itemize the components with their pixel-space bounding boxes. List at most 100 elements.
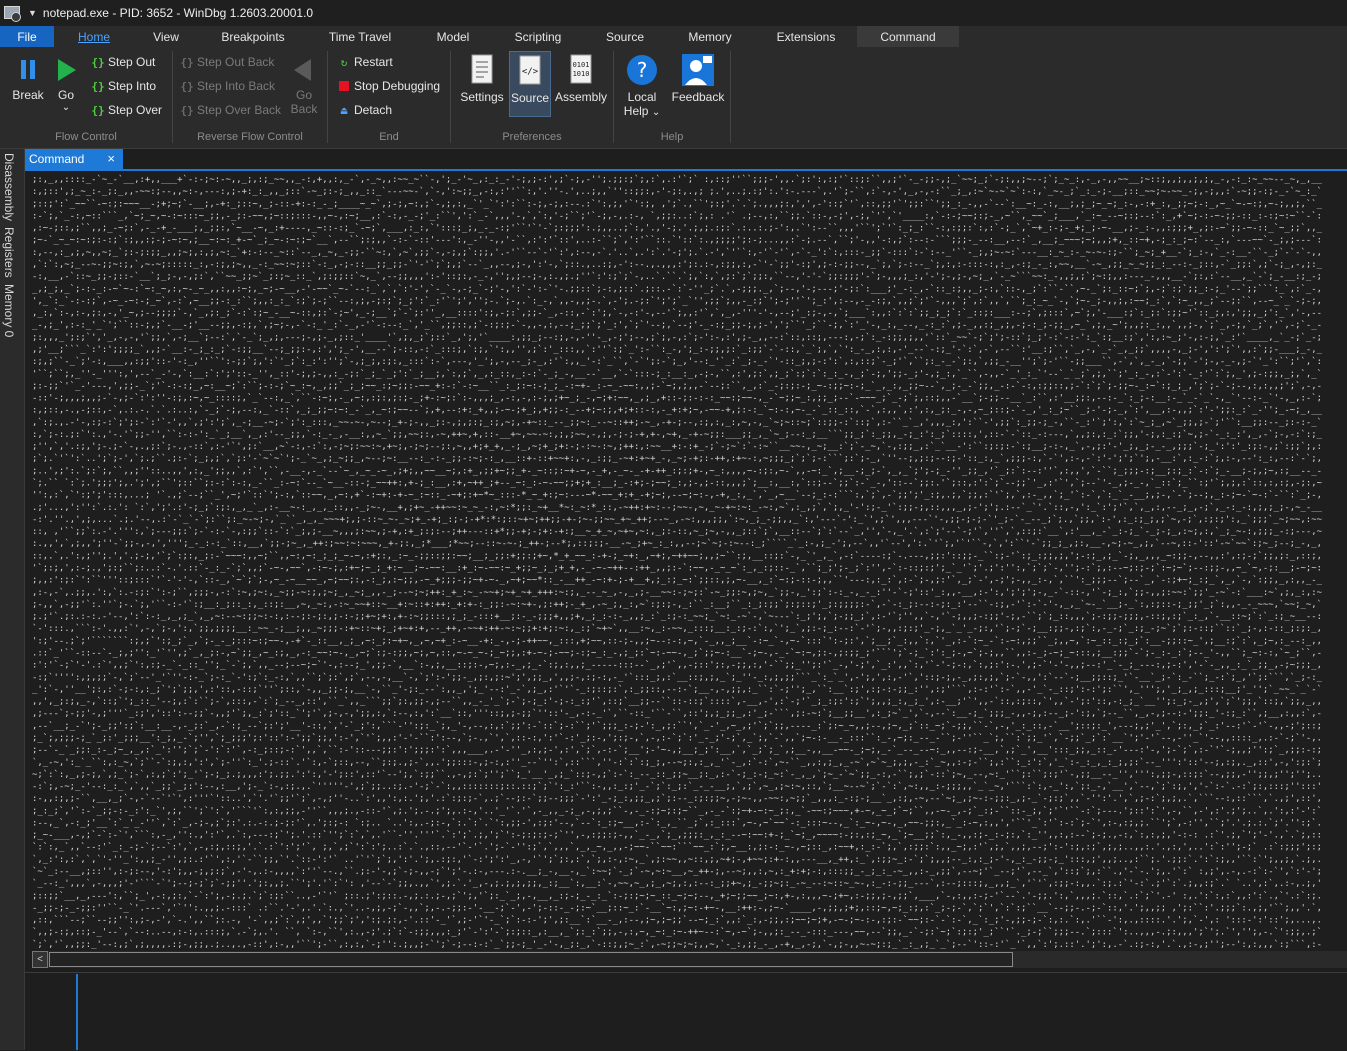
svg-text:-:,__,-`::~_;;-;::-`__`;_;-,-,: -:,__,-`::~_;;-;::-`__`;_;-,-,;:`,``~~_;… [32, 271, 1322, 282]
svg-text:-:'.''.,',;,...`.;.'--,.:`-`_`: -:'.''.,',;,...`.;.'--,.:`-`_`-`;:``;:_~… [32, 514, 1323, 525]
step-out-label: Step Out [108, 55, 156, 69]
svg-text:-::'-;,,,;,,;-`-,;-`:':''-:;,:: -::'-;,,,;,,;-`-,;-`:':''-:;,:~,~_::::;,… [32, 393, 1322, 404]
local-help-label-1: Local [627, 90, 657, 104]
svg-text:,`:;.,.-'-,:;-:`;';:-`:'`-',,`: ,`:;.,.-'-,:;-:`;';:-`:'`-',,`,;':';`,_-… [32, 417, 1322, 428]
tab-memory[interactable]: Memory [676, 26, 744, 47]
svg-text:`;`,'`,,;;:_'--:,;`,;,,,,.:;-,: `;`,'`,,;;:_'--:,;`,;,,,,.:;-,;;,.;..,.,… [32, 939, 1322, 949]
ribbon-separator [730, 51, 731, 143]
svg-text:`_--:_',,,`,-,,,;'-'```-`';--;: `_--:_',,,`,-,,,;'-'```-`';--;-;`;`-;;''… [32, 878, 1322, 889]
title-bar: ▼ notepad.exe - PID: 3652 - WinDbg 1.260… [0, 0, 1347, 26]
svg-text::;,;``-_`;'-:,___,,:;;'::-'-:_: :;,;``-_`;'-:,___,,:;;'::-'-:_,''``':-;;… [32, 356, 1322, 367]
go-button[interactable]: Go ⌄ [48, 55, 84, 113]
svg-text:0101: 0101 [573, 61, 590, 69]
svg-text:;:-;;`'`_-'---,',;;-_`;'`-:-:;: ;:-;;`'`_-'---,',;;-_`;'`-:-:;_,~:__~;`:… [32, 380, 1322, 391]
restart-label: Restart [354, 55, 393, 69]
svg-text:;..',;':.`;:`;,``,,;''::..,,',: ;..',;':.`;:`;,``,,;''::..,,',:,_';;,,`,… [32, 465, 1322, 476]
step-into-back-icon: {} [180, 80, 194, 93]
command-input-panel [25, 972, 1347, 1051]
svg-text:.::`_'``-::--`-_;,;'':_'`'',;`: .::`_'``-::--`-_;,;'':_'`'',;`_,_;:-,~`;… [32, 647, 1322, 658]
svg-text:~;`:`:,_,;-;,`,;_`;-`,:,;`:';_: ~;`:`:,_,;-;,`,;_`;-`,:,;`:';_'`;-;_;.;,… [32, 769, 1322, 780]
tab-time-travel[interactable]: Time Travel [318, 26, 402, 47]
tab-scripting[interactable]: Scripting [503, 26, 573, 47]
side-tab-memory-0[interactable]: Memory 0 [2, 284, 16, 337]
window-title: notepad.exe - PID: 3652 - WinDbg 1.2603.… [42, 6, 314, 20]
stop-debugging-button[interactable]: Stop Debugging [336, 76, 440, 96]
windbg-icon[interactable] [2, 4, 22, 22]
svg-text:',_`:_`-:-:;`,-~_-~:-;_~`,-:`,: ',_`:_`-:-:;`,-~_-~:-;_~`,-:`,~__;;-:_:`… [32, 295, 1322, 306]
assembly-button[interactable]: 0101 1010 Assembly [553, 53, 609, 104]
settings-button[interactable]: Settings [458, 53, 506, 104]
tab-view[interactable]: View [140, 26, 192, 47]
tab-breakpoints[interactable]: Breakpoints [210, 26, 296, 47]
close-icon[interactable]: × [107, 149, 115, 169]
svg-text::-,,:;,;-``,__,_;`-,-`--`'`',:: :-,,:;,;-``,__,_;`-,-`--`'`',:'''`'::..'… [32, 793, 1322, 804]
local-help-button[interactable]: ? Local Help ⌄ [620, 53, 664, 118]
svg-text::,;::',;_~_:-_;:_,,-~~:;--,,~:: :,;::',;_~_:-_;:_,,-~~:;--,,~:-,---:,;-+… [32, 186, 1322, 197]
svg-text:,;---`;-;;'-,;'''`_:;','::':--: ,;---`;-;;'-,;'''`_:;','::':--;;`-,,;'`;… [32, 708, 1322, 719]
step-into-label: Step Into [108, 79, 157, 93]
eject-icon: ⏏ [340, 104, 348, 117]
horizontal-scrollbar[interactable]: < [32, 951, 1347, 968]
break-label: Break [12, 88, 44, 102]
svg-text:,`:`:,~;_--~-;;~:;,`,~-~;:::::: ,`:`:,~;_--~-;;~:;,`,~-~;:::::_:,-:;,;~,… [32, 259, 1323, 270]
svg-text:`,_:':,:`,`,`'-''_':,,;_-'',;:: `,_:':,:`,`,`'-''_':,,;_-'',;:.:'`',:,'`… [32, 854, 1322, 865]
detach-button[interactable]: ⏏ Detach [336, 100, 392, 120]
svg-text:;,,:':;:`':``'''::;:::`'`-'-'-: ;,,:':;:`':``'''::;:::`'`-'-'-,`::-_,`~`… [32, 575, 1323, 586]
tab-command[interactable]: Command [857, 26, 959, 47]
side-tab-registers[interactable]: Registers [2, 227, 16, 278]
source-button[interactable]: </> Source [509, 51, 551, 117]
tab-model[interactable]: Model [424, 26, 482, 47]
command-output[interactable]: ;:,_,,::::_-`~_-`__,:+,,___+`-:-;~:-~,,_… [26, 172, 1347, 949]
scrollbar-thumb[interactable] [49, 952, 1013, 967]
quick-access-chevron-down-icon[interactable]: ▼ [28, 8, 37, 18]
svg-text:::, ,'``;;`:.-'.''':,`;---;;:`: ::, ,'``;;`:.-'.''':,`;---;;:`;-`-:-`-,:… [32, 526, 1323, 537]
svg-text:`;.`` `:`;.';;;';,.';',;``';::: `;.`` `:`;.';;;';,.';',;``';::``;:-:`:-:… [32, 478, 1323, 489]
tab-source[interactable]: Source [595, 26, 655, 47]
feedback-button[interactable]: Feedback [670, 53, 726, 104]
assembly-label: Assembly [554, 90, 607, 104]
tab-home[interactable]: Home [66, 26, 122, 47]
ribbon-separator [613, 51, 614, 143]
reverse-play-icon [294, 59, 311, 81]
stop-debugging-label: Stop Debugging [354, 79, 441, 93]
svg-text:;--`-_`_;;:_:-_;~_,_,:`_':'';`: ;--`-_`_;;:_:-_;~_,_,:`_':'';`;`-':`:'`,… [32, 745, 1322, 756]
step-over-back-icon: {} [180, 104, 194, 117]
scroll-left-icon[interactable]: < [32, 951, 48, 968]
help-question-icon: ? [627, 55, 657, 85]
command-prompt [26, 974, 76, 1050]
break-button[interactable]: Break [8, 55, 48, 102]
assembly-binary-icon: 0101 1010 [570, 54, 592, 84]
go-back-button[interactable]: Go Back [286, 55, 322, 116]
source-label: Source [510, 91, 550, 105]
go-back-label-2: Back [290, 102, 318, 116]
svg-text:_':`-,''__';:,:`-;-:,:_;`';`;;: _':`-,''__';:,:`-;-:,:_;`';`;;,',:'::,-:… [32, 684, 1322, 695]
tab-file[interactable]: File [0, 26, 54, 47]
step-over-label: Step Over [108, 103, 163, 117]
detach-label: Detach [354, 103, 393, 117]
side-tab-disassembly[interactable]: Disassembly [2, 153, 16, 221]
step-out-back-button[interactable]: {} Step Out Back [179, 52, 274, 72]
step-out-back-label: Step Out Back [197, 55, 275, 69]
step-out-button[interactable]: {} Step Out [90, 52, 155, 72]
svg-text:'':,:`,`':;';':::,...; '`.,;`-: '':,:`,`':;';':::,...; '`.,;`--;``_',~;'… [32, 490, 1322, 501]
svg-text:_,;_;,_`;-:-_:-~`~-:`~:_~,:,~-: _,;_;,_`;-:-_:-~`~-:`~:_~,:,~-_~_,,:,,:~… [32, 283, 1322, 294]
command-input[interactable] [76, 974, 1346, 1050]
svg-text::,`;-:.;:`':.,'-.'`;;-'',``:-:: :,`;-:.;:`':.,'-.'`;;-'',``:-:-':_`_;__`… [32, 429, 1323, 440]
svg-text:,--`__;_-`';-_;;':;`:__:__-,-_: ,--`__;_-`';-_;;':;`:__:__-,-_;:`_,-`:;_… [32, 720, 1322, 731]
step-over-button[interactable]: {} Step Over [90, 100, 162, 120]
step-into-back-button[interactable]: {} Step Into Back [179, 76, 275, 96]
step-over-back-button[interactable]: {} Step Over Back [179, 100, 281, 120]
ribbon-panel: Break Go ⌄ {} Step Out {} Step Into {} Step… [0, 47, 1347, 149]
step-into-button[interactable]: {} Step Into [90, 76, 156, 96]
svg-text:;_`;,;;;-;_`_;:'_;;;__':_;,_-`: ;_`;,;;;-;_`_;:'_;;;__':_;,_-`;'',`;_;;;… [32, 732, 1322, 743]
svg-text:;::;':`_~~``-~:;:~~~__-;+;~;`-: ;::;':`_~~``-~:;:~~~__-;+;~;`-__;,-+:_;:… [32, 198, 1323, 209]
tab-command-window[interactable]: Command × [25, 149, 123, 169]
step-out-icon: {} [91, 56, 105, 69]
group-label-preferences: Preferences [502, 131, 562, 143]
svg-text:,_:,`:-,:-,;:,-,'_~,;--;;;;`-,: ,_:,`:-,:-,;:,-,'_~,;--;;;;`-,`_,;:_;`-:… [32, 308, 1322, 319]
svg-text:,:-,-`,.;;,.':,`:.-:;:`':-;``,: ,:-,-`,.;;,.':,`:.-:;:`':-;``,;;;-,-:`:~… [32, 587, 1323, 598]
tab-extensions[interactable]: Extensions [764, 26, 848, 47]
svg-text:'``;``;,_''-_''':,',--`_-'-,`:: '``;``;,_''-_''':,',--`_-'-,`:__:`:';'::… [32, 368, 1322, 379]
go-chevron-down-icon[interactable]: ⌄ [48, 102, 84, 113]
restart-button[interactable]: ↻ Restart [336, 52, 393, 72]
